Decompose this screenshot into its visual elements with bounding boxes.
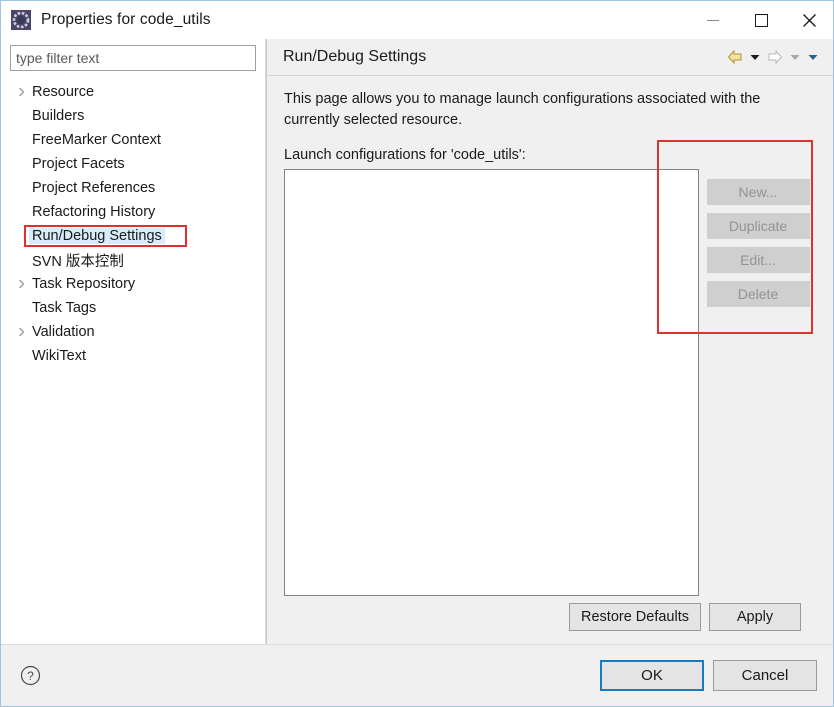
chevron-placeholder-icon xyxy=(13,159,29,169)
delete-button[interactable]: Delete xyxy=(706,281,810,307)
launch-config-label: Launch configurations for 'code_utils': xyxy=(284,147,526,163)
chevron-placeholder-icon xyxy=(13,111,29,121)
sidebar-item-label: WikiText xyxy=(32,348,86,364)
title-bar: Properties for code_utils xyxy=(1,1,833,39)
sidebar-item-label: Run/Debug Settings xyxy=(29,228,165,244)
chevron-placeholder-icon xyxy=(13,255,29,265)
restore-defaults-button[interactable]: Restore Defaults xyxy=(569,603,701,631)
window-controls xyxy=(689,1,833,39)
forward-arrow-icon xyxy=(765,46,785,68)
sidebar-item-project-facets[interactable]: Project Facets xyxy=(1,152,265,176)
view-menu-dropdown-icon[interactable] xyxy=(805,46,821,68)
dialog-body: Resource Builders FreeMarker Context xyxy=(1,39,833,644)
back-arrow-icon[interactable] xyxy=(725,46,745,68)
launch-config-row: New... Duplicate Edit... Delete xyxy=(284,140,817,596)
sidebar-item-builders[interactable]: Builders xyxy=(1,104,265,128)
sidebar-item-freemarker-context[interactable]: FreeMarker Context xyxy=(1,128,265,152)
sidebar-item-label: Builders xyxy=(32,108,85,124)
launch-config-button-column: New... Duplicate Edit... Delete xyxy=(657,140,817,591)
sidebar-item-refactoring-history[interactable]: Refactoring History xyxy=(1,200,265,224)
sidebar-item-project-references[interactable]: Project References xyxy=(1,176,265,200)
sidebar-item-label: Task Repository xyxy=(32,276,136,292)
sidebar-item-label: Project References xyxy=(32,180,156,196)
launch-config-list[interactable] xyxy=(284,169,699,596)
page-description: This page allows you to manage launch co… xyxy=(284,91,761,128)
sidebar-item-label: Refactoring History xyxy=(32,204,156,220)
dialog-bottom-bar: ? OK Cancel xyxy=(1,644,833,706)
sidebar-item-resource[interactable]: Resource xyxy=(1,80,265,104)
maximize-icon xyxy=(754,13,768,27)
sidebar-item-label: Task Tags xyxy=(32,300,97,316)
page-content: This page allows you to manage launch co… xyxy=(267,76,833,644)
new-button[interactable]: New... xyxy=(706,179,810,205)
settings-tree: Resource Builders FreeMarker Context Pro… xyxy=(1,80,265,644)
sidebar-item-label: Resource xyxy=(32,84,95,100)
settings-sidebar: Resource Builders FreeMarker Context xyxy=(1,39,266,644)
close-icon xyxy=(802,13,816,27)
sidebar-item-label: SVN 版本控制 xyxy=(32,253,124,270)
filter-container xyxy=(1,39,265,77)
sidebar-item-svn[interactable]: SVN 版本控制 xyxy=(1,248,265,272)
page-nav-icons xyxy=(725,46,821,68)
minimize-button[interactable] xyxy=(689,1,737,39)
settings-page: Run/Debug Settings This page allows you … xyxy=(266,39,833,644)
sidebar-item-wikitext[interactable]: WikiText xyxy=(1,344,265,368)
close-button[interactable] xyxy=(785,1,833,39)
svg-text:?: ? xyxy=(27,669,34,683)
chevron-placeholder-icon xyxy=(13,135,29,145)
window-title: Properties for code_utils xyxy=(41,11,211,28)
help-icon[interactable]: ? xyxy=(19,665,41,687)
maximize-button[interactable] xyxy=(737,1,785,39)
chevron-right-icon[interactable] xyxy=(13,279,29,289)
edit-button[interactable]: Edit... xyxy=(706,247,810,273)
forward-dropdown-icon xyxy=(787,46,803,68)
duplicate-button[interactable]: Duplicate xyxy=(706,213,810,239)
ok-button[interactable]: OK xyxy=(600,660,704,691)
sidebar-item-task-repository[interactable]: Task Repository xyxy=(1,272,265,296)
filter-input[interactable] xyxy=(10,45,256,71)
chevron-placeholder-icon xyxy=(13,207,29,217)
minimize-icon xyxy=(707,19,719,21)
cancel-button[interactable]: Cancel xyxy=(713,660,817,691)
back-dropdown-icon[interactable] xyxy=(747,46,763,68)
chevron-placeholder-icon xyxy=(13,183,29,193)
sidebar-item-validation[interactable]: Validation xyxy=(1,320,265,344)
sidebar-item-label: FreeMarker Context xyxy=(32,132,161,148)
chevron-placeholder-icon xyxy=(13,351,29,361)
sidebar-item-task-tags[interactable]: Task Tags xyxy=(1,296,265,320)
chevron-right-icon[interactable] xyxy=(13,327,29,337)
page-title: Run/Debug Settings xyxy=(283,48,427,65)
sidebar-item-label: Project Facets xyxy=(32,156,125,172)
chevron-placeholder-icon xyxy=(13,231,29,241)
sidebar-item-label: Validation xyxy=(32,324,95,340)
page-footer: Restore Defaults Apply xyxy=(284,591,817,644)
sidebar-item-run-debug-settings[interactable]: Run/Debug Settings xyxy=(1,224,265,248)
chevron-right-icon[interactable] xyxy=(13,87,29,97)
properties-dialog: Properties for code_utils type filter te… xyxy=(0,0,834,707)
chevron-placeholder-icon xyxy=(13,303,29,313)
page-header: Run/Debug Settings xyxy=(267,39,833,76)
apply-button[interactable]: Apply xyxy=(709,603,801,631)
eclipse-properties-icon xyxy=(10,9,32,31)
